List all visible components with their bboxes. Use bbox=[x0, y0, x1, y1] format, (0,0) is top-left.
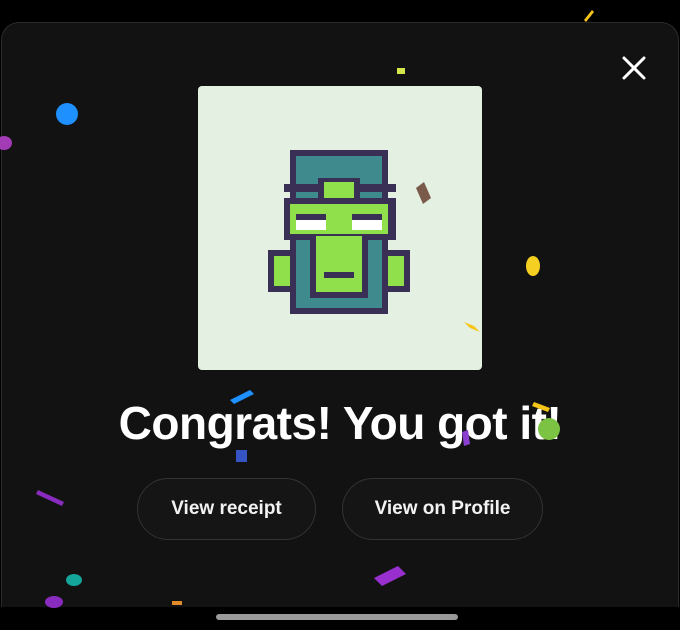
confetti-piece bbox=[584, 10, 594, 22]
view-receipt-button[interactable]: View receipt bbox=[137, 478, 316, 540]
close-icon bbox=[622, 56, 646, 80]
view-on-profile-button[interactable]: View on Profile bbox=[342, 478, 543, 540]
pixel-mask-icon bbox=[268, 150, 410, 314]
screen: Congrats! You got it! View receipt View … bbox=[0, 0, 680, 630]
home-indicator[interactable] bbox=[216, 614, 458, 620]
congrats-headline: Congrats! You got it! bbox=[118, 397, 562, 449]
nft-artwork bbox=[198, 86, 482, 370]
close-button[interactable] bbox=[614, 48, 654, 88]
